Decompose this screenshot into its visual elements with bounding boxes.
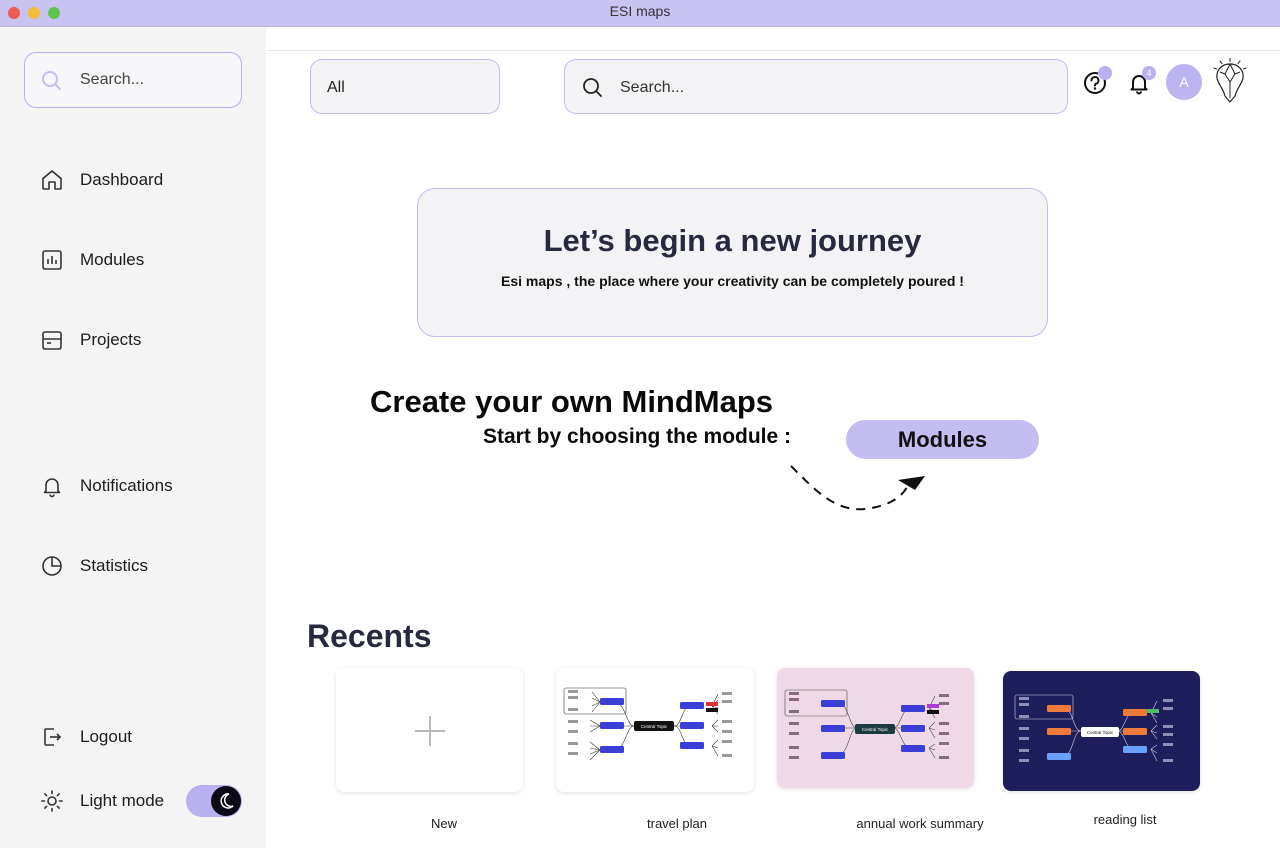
recent-card-reading-list[interactable]: Central Topic xyxy=(1003,671,1200,791)
help-button[interactable] xyxy=(1082,66,1112,98)
lightbulb-logo-icon xyxy=(1213,58,1247,103)
theme-toggle[interactable] xyxy=(186,785,242,817)
create-title: Create your own MindMaps xyxy=(370,384,774,419)
hero-banner: Let’s begin a new journey Esi maps , the… xyxy=(417,188,1048,337)
sun-icon xyxy=(41,790,63,812)
hero-title: Let’s begin a new journey xyxy=(543,223,922,258)
bar-chart-icon xyxy=(42,250,62,270)
sidebar-item-label: Notifications xyxy=(80,476,173,495)
recent-card-annual-work-summary[interactable]: Central Topic xyxy=(777,668,974,788)
card-label: New xyxy=(430,816,457,831)
center-topic-text: Central Topic xyxy=(862,727,889,732)
notification-badge: 4 xyxy=(1142,66,1156,80)
hero-subtitle: Esi maps , the place where your creativi… xyxy=(501,273,964,289)
search-icon xyxy=(42,71,61,90)
moon-icon xyxy=(220,793,234,809)
main-search-input[interactable]: Search... xyxy=(564,59,1068,114)
create-subtitle: Start by choosing the module : xyxy=(483,425,792,448)
sidebar-item-projects[interactable]: Projects xyxy=(40,326,240,354)
avatar[interactable]: A xyxy=(1166,64,1202,100)
recent-card-travel-plan[interactable]: Central Topic xyxy=(556,668,754,792)
logout-icon xyxy=(44,728,62,746)
pie-chart-icon xyxy=(42,556,62,576)
filter-select[interactable]: All xyxy=(310,59,500,114)
mindmap-thumbnail: Central Topic xyxy=(784,689,949,759)
sidebar-item-label: Modules xyxy=(80,250,145,269)
dashed-arrow-icon xyxy=(790,465,925,511)
sidebar-item-statistics[interactable]: Statistics xyxy=(40,552,240,580)
sidebar-item-modules[interactable]: Modules xyxy=(40,246,240,274)
filter-value: All xyxy=(327,79,345,96)
card-label: reading list xyxy=(1093,812,1157,827)
logout-button[interactable]: Logout xyxy=(40,723,240,751)
sidebar-search-input[interactable]: Search... xyxy=(24,52,242,108)
sidebar-item-label: Statistics xyxy=(80,556,149,575)
bell-icon xyxy=(43,478,61,498)
sidebar-search-placeholder: Search... xyxy=(80,71,145,88)
home-icon xyxy=(42,170,62,190)
toggle-knob xyxy=(211,786,241,816)
search-icon xyxy=(583,78,602,97)
mindmap-thumbnail: Central Topic xyxy=(1014,694,1173,762)
new-mindmap-card[interactable] xyxy=(336,668,523,792)
sidebar-item-label: Dashboard xyxy=(80,170,164,189)
plus-icon xyxy=(415,716,445,746)
header-divider xyxy=(266,50,1280,51)
archive-box-icon xyxy=(42,331,62,350)
center-topic-text: Central Topic xyxy=(1087,730,1114,735)
theme-label: Light mode xyxy=(80,791,165,810)
sidebar: Search... Dashboard Modules Projects Not… xyxy=(0,28,266,848)
card-label: annual work summary xyxy=(856,816,984,831)
notifications-button[interactable]: 4 xyxy=(1126,66,1156,98)
sidebar-item-notifications[interactable]: Notifications xyxy=(40,472,240,500)
sidebar-item-dashboard[interactable]: Dashboard xyxy=(40,166,240,194)
window-titlebar: ESI maps xyxy=(0,0,1280,27)
card-label: travel plan xyxy=(647,816,707,831)
mindmap-thumbnail: Central Topic xyxy=(563,687,732,761)
sidebar-item-label: Projects xyxy=(80,330,142,349)
window-title: ESI maps xyxy=(609,3,671,19)
main-search-placeholder: Search... xyxy=(620,79,685,96)
recents-title: Recents xyxy=(307,618,432,654)
help-badge xyxy=(1098,66,1112,80)
modules-button[interactable]: Modules xyxy=(846,420,1039,459)
center-topic-text: Central Topic xyxy=(641,724,668,729)
logout-label: Logout xyxy=(80,727,132,746)
